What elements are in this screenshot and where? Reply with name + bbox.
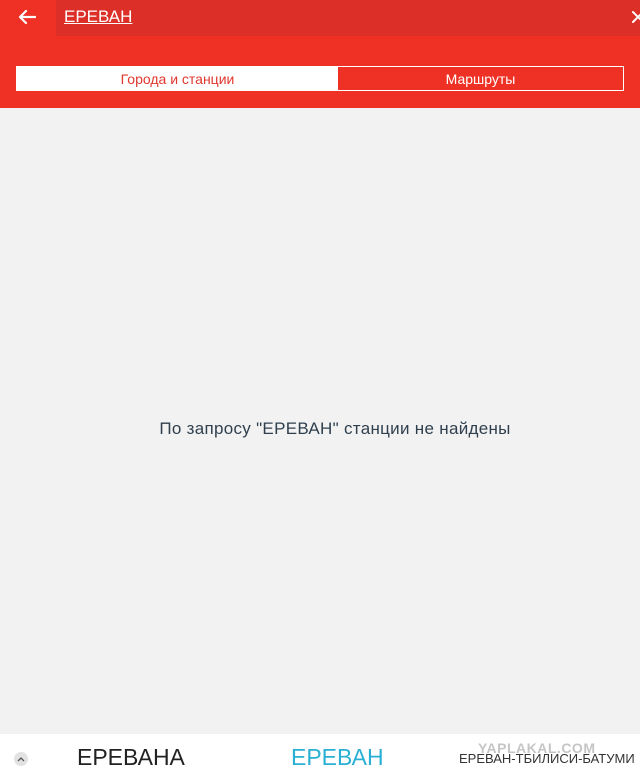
- tab-switcher: Города и станции Маршруты: [16, 66, 624, 91]
- arrow-left-icon: [18, 9, 36, 25]
- search-row: [0, 0, 640, 36]
- watermark: YAPLAKAL.COM: [478, 740, 596, 756]
- close-icon: [632, 11, 640, 23]
- search-input[interactable]: [64, 6, 604, 28]
- clear-search-button[interactable]: [628, 7, 640, 27]
- tab-routes[interactable]: Маршруты: [338, 67, 623, 90]
- back-button[interactable]: [12, 3, 42, 31]
- tab-cities-stations[interactable]: Города и станции: [17, 67, 338, 90]
- chevron-up-icon: [17, 757, 25, 762]
- collapse-suggestions-button[interactable]: [14, 752, 28, 766]
- suggestion-item-highlighted[interactable]: ЕРЕВАН: [291, 744, 384, 771]
- empty-result-message: По запросу "ЕРЕВАН" станции не найдены: [159, 419, 511, 438]
- app-header: Города и станции Маршруты: [0, 0, 640, 108]
- suggestion-item[interactable]: ЕРЕВАНА: [77, 744, 185, 771]
